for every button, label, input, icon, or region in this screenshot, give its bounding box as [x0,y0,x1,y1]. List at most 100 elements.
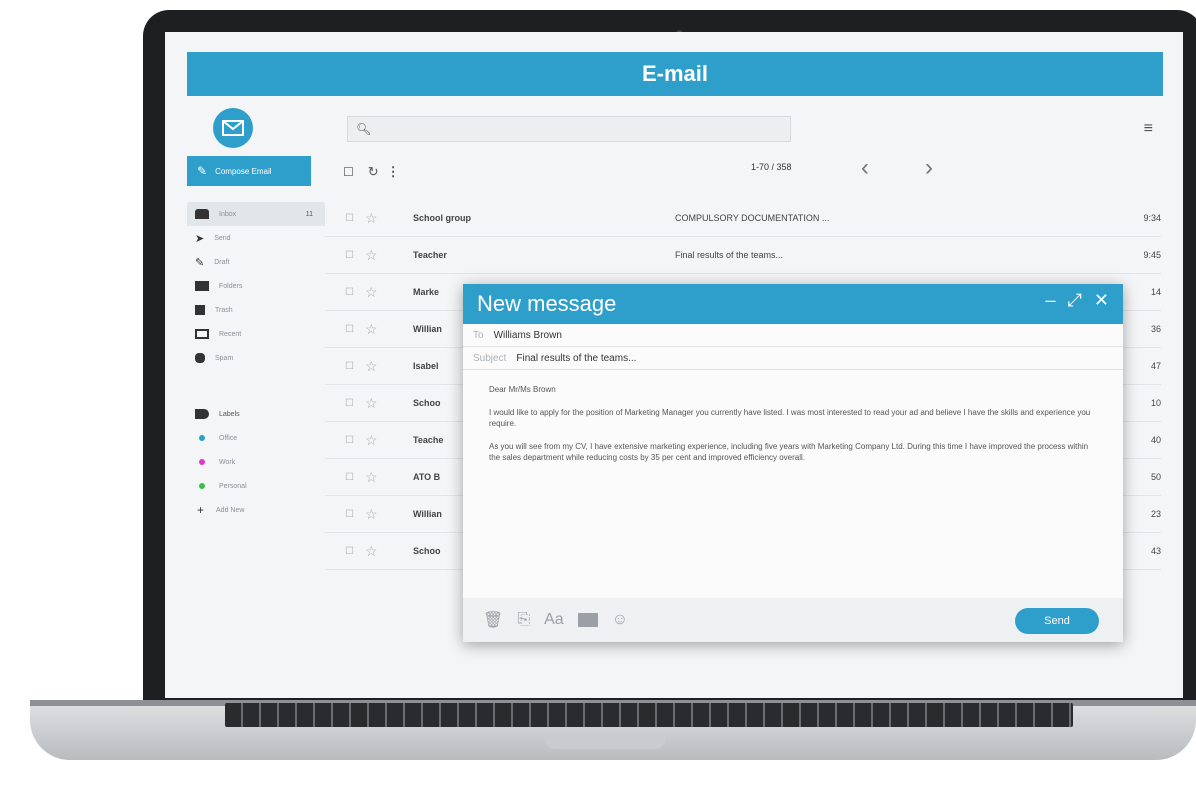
star-icon[interactable]: ☆ [365,395,378,412]
row-checkbox[interactable]: ☐ [345,213,357,224]
to-field[interactable]: To Williams Brown [463,324,1123,347]
star-icon[interactable]: ☆ [365,321,378,338]
sidebar-item-label: Spam [215,354,234,362]
label-work[interactable]: Work [187,450,325,474]
compose-label: Compose Email [215,166,272,176]
sidebar-item-trash[interactable]: Trash [187,298,325,322]
search-input[interactable]: 🔍︎ [347,116,791,142]
row-checkbox[interactable]: ☐ [345,546,357,557]
sidebar-item-draft[interactable]: ✎ Draft [187,250,325,274]
sidebar: ✎ Compose Email Inbox 11 ➤ Send ✎ Draft … [165,96,325,698]
trash-icon[interactable]: 🗑︎ [483,610,503,630]
row-checkbox[interactable]: ☐ [345,287,357,298]
email-row[interactable]: ☐ ☆ Teacher Final results of the teams..… [325,237,1161,274]
message-body[interactable]: Dear Mr/Ms Brown I would like to apply f… [463,370,1123,463]
email-sender: Teacher [413,250,447,260]
app-header: E-mail [187,52,1163,96]
sidebar-item-send[interactable]: ➤ Send [187,226,325,250]
body-paragraph: I would like to apply for the position o… [489,408,1091,428]
send-button[interactable]: Send [1015,608,1099,634]
add-label-button[interactable]: + Add New [187,498,325,522]
email-time: 14 [1150,287,1161,297]
label-dot [199,483,205,489]
star-icon[interactable]: ☆ [365,543,378,560]
sidebar-item-label: Folders [219,282,243,290]
email-time: 43 [1150,546,1161,556]
row-checkbox[interactable]: ☐ [345,509,357,520]
list-toolbar: ☐ ↻ ⋮ 1-70 / 358 ‹ › [343,154,1163,184]
expand-icon[interactable]: ⤢ [1068,290,1082,311]
chevron-right-icon[interactable]: › [925,154,933,182]
sidebar-item-label: Draft [214,258,230,266]
label-text: Work [219,458,236,466]
labels-title: Labels [219,410,240,418]
dialog-footer: 🗑︎ ⎘ Aa ☺ Send [463,598,1123,642]
minimize-icon[interactable]: – [1045,290,1055,311]
subject-field[interactable]: Subject Final results of the teams... [463,347,1123,370]
send-icon: ➤ [195,232,205,245]
sidebar-nav: Inbox 11 ➤ Send ✎ Draft Folders Trash Re… [187,202,325,522]
star-icon[interactable]: ☆ [365,284,378,301]
row-checkbox[interactable]: ☐ [345,435,357,446]
image-icon[interactable] [577,613,598,627]
email-time: 23 [1150,509,1161,519]
emoji-icon[interactable]: ☺ [612,611,628,629]
chevron-left-icon[interactable]: ‹ [861,154,869,182]
close-icon[interactable]: ✕ [1094,290,1109,311]
hamburger-menu-icon[interactable]: ≡ [1144,120,1153,138]
label-office[interactable]: Office [187,426,325,450]
sidebar-item-recent[interactable]: Recent [187,322,325,346]
star-icon[interactable]: ☆ [365,358,378,375]
add-label-text: Add New [216,506,245,514]
email-time: 50 [1150,472,1161,482]
inbox-count: 11 [305,210,313,218]
sidebar-item-label: Recent [219,330,242,338]
sidebar-item-inbox[interactable]: Inbox 11 [187,202,325,226]
star-icon[interactable]: ☆ [365,210,378,227]
label-dot [199,459,205,465]
laptop-notch [545,737,665,749]
row-checkbox[interactable]: ☐ [345,250,357,261]
row-checkbox[interactable]: ☐ [345,361,357,372]
trash-icon [195,305,205,315]
star-icon[interactable]: ☆ [365,247,378,264]
attachment-icon[interactable]: ⎘ [517,611,530,629]
email-sender: ATO B [413,472,441,482]
sidebar-item-folders[interactable]: Folders [187,274,325,298]
app-title: E-mail [641,61,709,86]
greeting: Dear Mr/Ms Brown [489,385,556,394]
email-sender: Willian [413,509,442,519]
label-personal[interactable]: Personal [187,474,325,498]
draft-icon: ✎ [195,256,205,269]
subject-value: Final results of the teams... [516,352,637,364]
email-sender: Schoo [413,546,441,556]
select-all-checkbox[interactable]: ☐ [343,165,354,179]
label-text: Personal [219,482,247,490]
plus-icon: + [197,503,205,517]
row-checkbox[interactable]: ☐ [345,472,357,483]
dialog-header: New message – ⤢ ✕ [463,284,1123,324]
mail-logo [213,108,253,148]
compose-button[interactable]: ✎ Compose Email [187,156,311,186]
label-dot [199,435,205,441]
star-icon[interactable]: ☆ [365,469,378,486]
sidebar-item-label: Send [214,234,231,242]
more-options-icon[interactable]: ⋮ [387,164,400,180]
email-time: 36 [1150,324,1161,334]
font-format-button[interactable]: Aa [544,611,564,629]
row-checkbox[interactable]: ☐ [345,324,357,335]
email-sender: Isabel [413,361,439,371]
label-text: Office [219,434,238,442]
refresh-icon[interactable]: ↻ [368,164,379,180]
dialog-title: New message [477,291,617,316]
email-row[interactable]: ☐ ☆ School group COMPULSORY DOCUMENTATIO… [325,200,1161,237]
email-subject: Final results of the teams... [675,250,784,260]
star-icon[interactable]: ☆ [365,506,378,523]
email-time: 10 [1150,398,1161,408]
sidebar-item-spam[interactable]: Spam [187,346,325,370]
folder-icon [195,281,209,291]
keyboard [225,703,1073,727]
star-icon[interactable]: ☆ [365,432,378,449]
row-checkbox[interactable]: ☐ [345,398,357,409]
format-toolbar: 🗑︎ ⎘ Aa ☺ [483,610,628,630]
